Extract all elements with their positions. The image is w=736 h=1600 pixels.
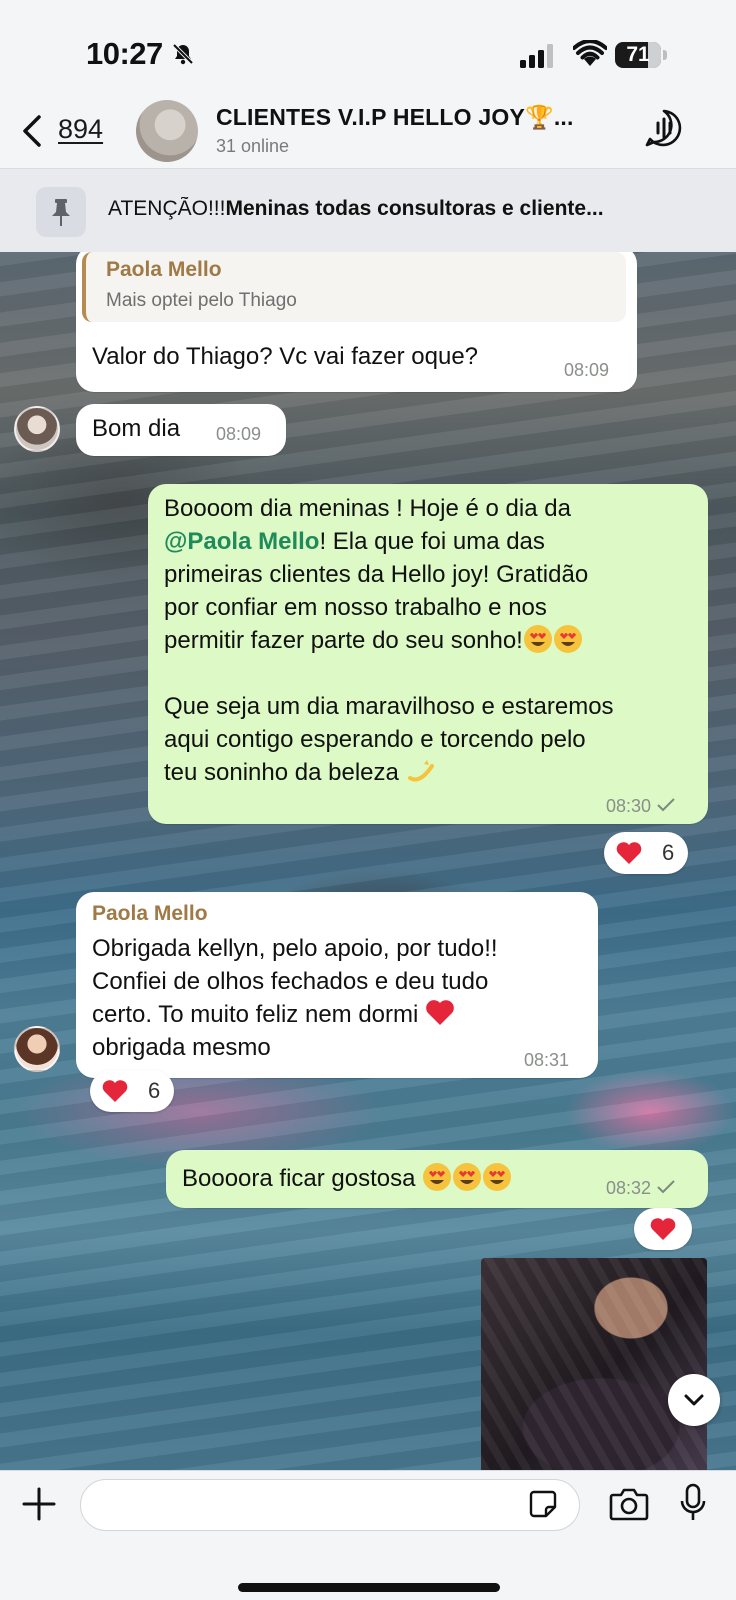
- quoted-text: Mais optei pelo Thiago: [106, 290, 297, 311]
- chevron-down-icon: [684, 1394, 704, 1406]
- heart-eyes-emoji-icon: [423, 1163, 452, 1191]
- message-text: Boooom dia meninas ! Hoje é o dia da @Pa…: [164, 492, 704, 789]
- message-time-text: 08:30: [606, 796, 652, 816]
- heart-reaction-icon: [616, 842, 642, 864]
- reaction-badge[interactable]: 6: [90, 1070, 174, 1112]
- message-line-part: teu soninho da beleza: [164, 759, 399, 786]
- pinned-message-text: ATENÇÃO!!!Meninas todas consultoras e cl…: [108, 197, 708, 221]
- bell-muted-icon: [172, 43, 194, 65]
- heart-reaction-icon: [102, 1080, 128, 1102]
- sent-check-icon: [657, 1180, 675, 1194]
- home-indicator: [238, 1583, 500, 1592]
- signal-icon: [520, 44, 553, 68]
- reaction-count: 6: [148, 1078, 161, 1103]
- message-line: Confiei de olhos fechados e deu tudo: [92, 968, 489, 995]
- quoted-sender-name: Paola Mello: [106, 258, 222, 281]
- scroll-to-bottom-button[interactable]: [668, 1374, 720, 1426]
- message-line: permitir fazer parte do seu sonho!: [164, 624, 704, 657]
- quoted-reply[interactable]: Paola Mello Mais optei pelo Thiago: [82, 252, 626, 322]
- battery-body: 71: [615, 42, 661, 68]
- message-line: certo. To muito feliz nem dormi: [92, 998, 592, 1031]
- message-time: 08:09: [216, 424, 262, 444]
- sent-check-icon: [657, 798, 675, 812]
- chat-header: 894 CLIENTES V.I.P HELLO JOY🏆... 31 onli…: [0, 94, 736, 168]
- message-line-part: ! Ela que foi uma das: [319, 528, 545, 555]
- message-text: Valor do Thiago? Vc vai fazer oque?: [92, 343, 479, 370]
- microphone-icon[interactable]: [680, 1483, 706, 1523]
- status-time: 10:27: [86, 36, 163, 71]
- message-time: 08:31: [524, 1050, 570, 1070]
- group-title[interactable]: CLIENTES V.I.P HELLO JOY🏆...: [216, 104, 621, 131]
- pinned-prefix: ATENÇÃO!!!: [108, 197, 226, 220]
- outgoing-message-bubble[interactable]: Boooom dia meninas ! Hoje é o dia da @Pa…: [148, 484, 708, 824]
- outgoing-message-bubble[interactable]: Boooora ficar gostosa 08:32: [166, 1150, 708, 1208]
- status-bar: 10:27 71: [0, 0, 736, 100]
- message-line: obrigada mesmo: [92, 1034, 271, 1061]
- sender-name[interactable]: Paola Mello: [92, 902, 208, 926]
- plus-icon[interactable]: [22, 1487, 56, 1521]
- message-line-part: Boooora ficar gostosa: [182, 1165, 416, 1192]
- heart-reaction-icon: [650, 1218, 676, 1240]
- pinned-body: Meninas todas consultoras e cliente...: [225, 197, 604, 220]
- message-input[interactable]: [80, 1479, 580, 1531]
- pin-icon: [52, 199, 70, 226]
- back-unread-count[interactable]: 894: [58, 114, 103, 145]
- incoming-message-bubble[interactable]: Paola Mello Obrigada kellyn, pelo apoio,…: [76, 892, 598, 1078]
- reaction-count: 6: [662, 840, 675, 865]
- chat-area[interactable]: Paola Mello Mais optei pelo Thiago Valor…: [0, 252, 736, 1470]
- message-line: Boooom dia meninas ! Hoje é o dia da: [164, 495, 571, 522]
- mention-link[interactable]: @Paola Mello: [164, 528, 319, 555]
- empty-line: [164, 657, 704, 690]
- pinned-message-bar[interactable]: ATENÇÃO!!!Meninas todas consultoras e cl…: [0, 168, 736, 252]
- incoming-message-bubble[interactable]: Bom dia 08:09: [76, 404, 286, 456]
- camera-icon[interactable]: [609, 1487, 649, 1521]
- message-time: 08:30: [606, 796, 676, 817]
- message-line: teu soninho da beleza: [164, 756, 704, 789]
- message-line: Obrigada kellyn, pelo apoio, por tudo!!: [92, 935, 498, 962]
- heart-eyes-emoji-icon: [483, 1163, 512, 1191]
- battery-tip: [663, 50, 667, 60]
- heart-eyes-emoji-icon: [553, 625, 582, 653]
- heart-eyes-emoji-icon: [523, 625, 552, 653]
- battery-icon: 71: [615, 42, 667, 68]
- top-bar: 10:27 71 894 CLIENTES V.I.P HELLO JOY🏆..…: [0, 0, 736, 252]
- message-line: Que seja um dia maravilhoso e estaremos: [164, 693, 614, 720]
- message-time: 08:09: [564, 360, 610, 380]
- sticker-icon[interactable]: [528, 1489, 558, 1519]
- message-line-part: certo. To muito feliz nem dormi: [92, 1001, 419, 1028]
- message-text: Bom dia: [92, 415, 181, 442]
- back-chevron-icon[interactable]: [20, 114, 44, 148]
- incoming-message-bubble[interactable]: Paola Mello Mais optei pelo Thiago Valor…: [76, 252, 637, 392]
- message-composer: [0, 1470, 736, 1600]
- message-text: Boooora ficar gostosa: [182, 1162, 512, 1195]
- sender-avatar[interactable]: [14, 1026, 60, 1072]
- group-online-count: 31 online: [216, 136, 290, 156]
- sender-avatar[interactable]: [14, 406, 60, 452]
- message-line: aqui contigo esperando e torcendo pelo: [164, 726, 586, 753]
- voice-chat-icon[interactable]: [644, 108, 684, 148]
- message-line-part: permitir fazer parte do seu sonho!: [164, 627, 523, 654]
- reaction-badge[interactable]: [634, 1208, 692, 1250]
- message-time-text: 08:32: [606, 1178, 652, 1198]
- wifi-icon: [573, 40, 607, 66]
- message-line: primeiras clientes da Hello joy! Gratidã…: [164, 561, 589, 588]
- dizzy-emoji-icon: [407, 760, 434, 782]
- group-avatar[interactable]: [136, 100, 198, 162]
- red-heart-emoji-icon: [426, 1000, 454, 1025]
- message-line: por confiar em nosso trabalho e nos: [164, 594, 547, 621]
- reaction-badge[interactable]: 6: [604, 832, 688, 874]
- message-time: 08:32: [606, 1178, 676, 1199]
- message-text: Obrigada kellyn, pelo apoio, por tudo!! …: [92, 932, 592, 1064]
- heart-eyes-emoji-icon: [453, 1163, 482, 1191]
- pin-badge: [36, 187, 86, 237]
- message-line: @Paola Mello! Ela que foi uma das: [164, 525, 704, 558]
- media-video-thumbnail[interactable]: [481, 1258, 707, 1470]
- battery-percentage: 71: [626, 43, 650, 66]
